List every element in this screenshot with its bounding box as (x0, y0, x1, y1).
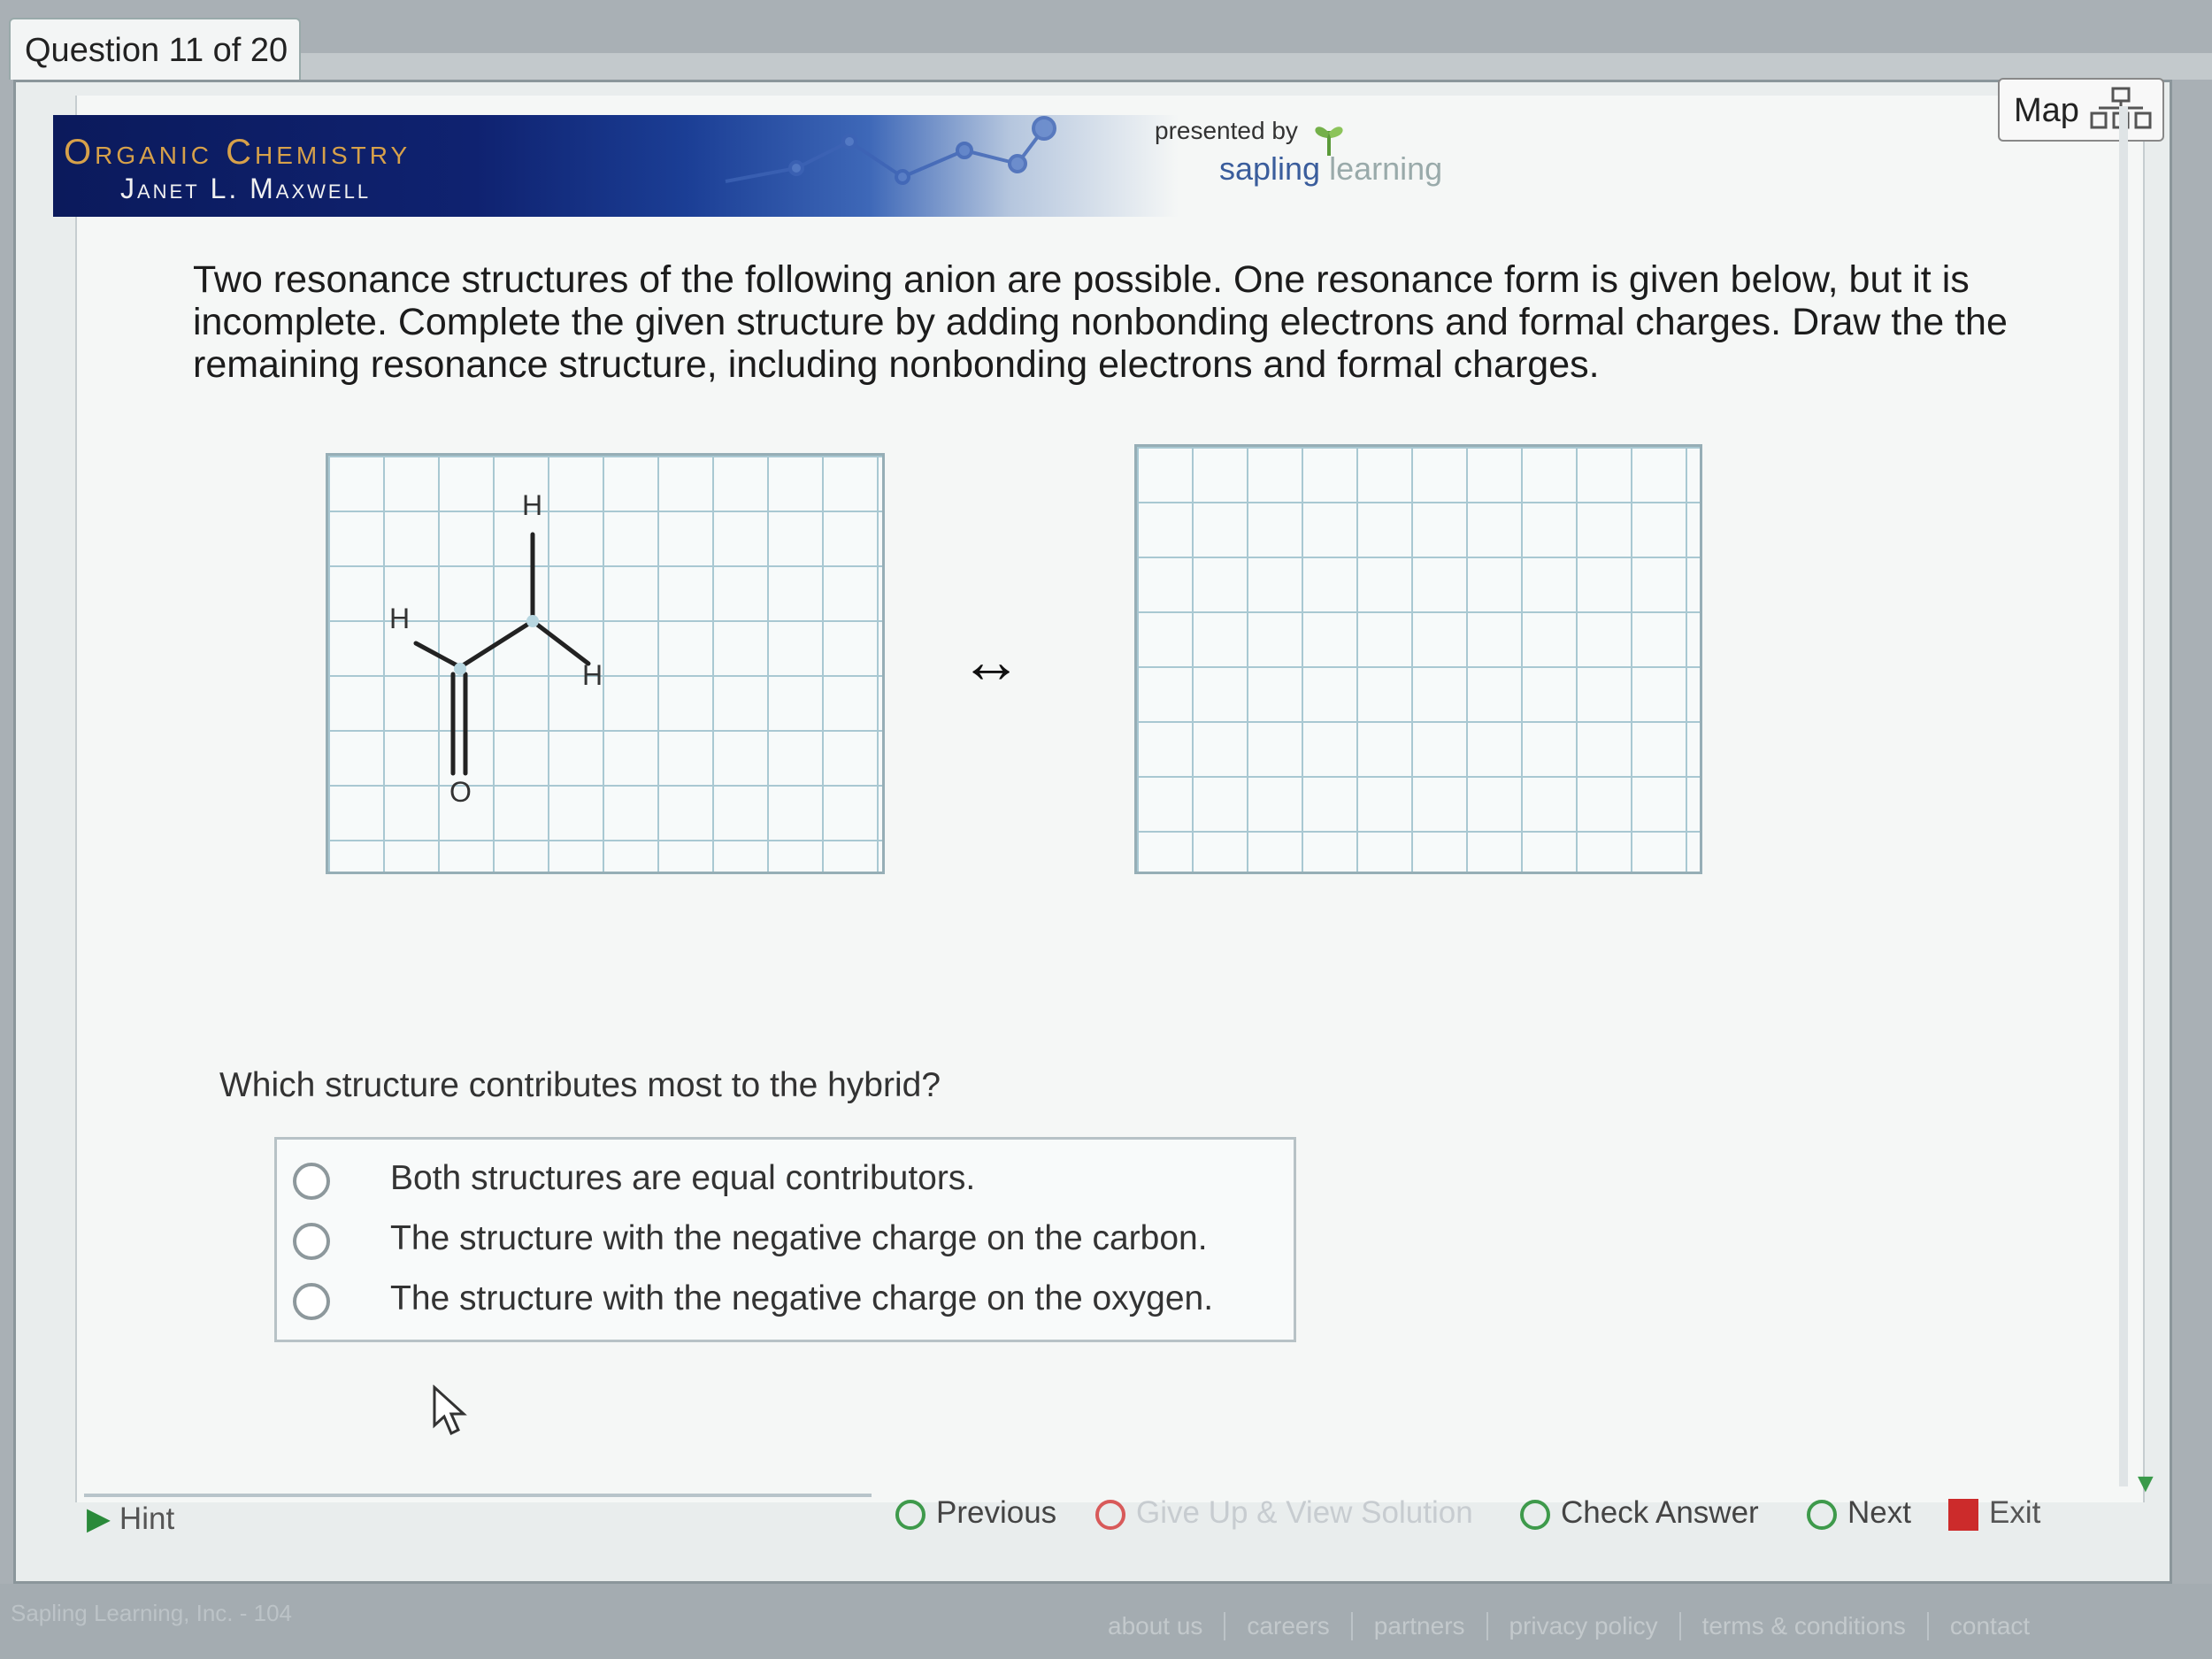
option-label: The structure with the negative charge o… (390, 1279, 1214, 1317)
course-author: Janet L. Maxwell (120, 173, 372, 204)
atom-h-top: H (522, 489, 542, 521)
drawing-canvas[interactable] (1134, 444, 1702, 874)
mouse-cursor-icon (433, 1385, 467, 1436)
scroll-down-icon[interactable]: ▼ (2132, 1469, 2159, 1499)
radio-button[interactable] (293, 1163, 330, 1200)
footer-link-terms[interactable]: terms & conditions (1678, 1612, 1927, 1640)
play-icon: ▶ (87, 1502, 111, 1536)
radio-button[interactable] (293, 1283, 330, 1320)
exit-button[interactable]: Exit (1948, 1495, 2040, 1531)
footer-link-careers[interactable]: careers (1224, 1612, 1350, 1640)
logo-learning: learning (1329, 150, 1443, 187)
give-up-label: Give Up & View Solution (1136, 1495, 1473, 1530)
radio-button[interactable] (293, 1223, 330, 1260)
give-up-button[interactable]: Give Up & View Solution (1095, 1495, 1473, 1531)
logo-sapling: sapling (1219, 150, 1321, 187)
next-icon (1807, 1499, 1837, 1530)
map-button-label: Map (2014, 92, 2079, 129)
give-up-icon (1095, 1499, 1125, 1530)
footer-link-partners[interactable]: partners (1350, 1612, 1486, 1640)
hint-label: Hint (119, 1502, 175, 1536)
resonance-arrow: ↔ (960, 626, 1022, 695)
option-label: Both structures are equal contributors. (390, 1159, 976, 1197)
question-tab[interactable]: Question 11 of 20 (9, 18, 301, 80)
scrollbar[interactable] (2119, 106, 2128, 1486)
footer-links: about us careers partners privacy policy ter… (1087, 1612, 2051, 1640)
hybrid-question: Which structure contributes most to the … (219, 1066, 941, 1104)
previous-icon (895, 1499, 926, 1530)
footer-link-privacy[interactable]: privacy policy (1486, 1612, 1679, 1640)
option-label: The structure with the negative charge o… (390, 1219, 1208, 1257)
toolbar-divider (84, 1494, 872, 1497)
sapling-learning-logo: sapling learning (1219, 150, 1442, 188)
next-button[interactable]: Next (1807, 1495, 1911, 1531)
tab-strip (301, 53, 2212, 80)
exit-icon (1948, 1498, 1978, 1531)
check-label: Check Answer (1561, 1495, 1759, 1530)
given-molecule: H H H O (389, 489, 603, 808)
question-tab-label: Question 11 of 20 (25, 32, 288, 69)
course-title: Organic Chemistry (64, 133, 411, 172)
footer-link-about[interactable]: about us (1087, 1612, 1224, 1640)
hint-button[interactable]: ▶ Hint (87, 1502, 174, 1537)
next-label: Next (1847, 1495, 1911, 1530)
atom-h-left: H (389, 603, 410, 634)
previous-button[interactable]: Previous (895, 1495, 1056, 1531)
question-text: Two resonance structures of the followin… (193, 258, 2008, 386)
footer-link-contact[interactable]: contact (1926, 1612, 2051, 1640)
answer-options: Both structures are equal contributors. … (274, 1137, 1296, 1342)
copyright-text: Sapling Learning, Inc. - 104 (11, 1600, 292, 1626)
exit-label: Exit (1989, 1495, 2041, 1530)
atom-h-right: H (582, 659, 603, 691)
presented-by: presented by (1155, 117, 1298, 144)
previous-label: Previous (936, 1495, 1057, 1530)
check-answer-button[interactable]: Check Answer (1520, 1495, 1759, 1531)
check-icon (1520, 1499, 1550, 1530)
atom-o: O (449, 776, 472, 808)
